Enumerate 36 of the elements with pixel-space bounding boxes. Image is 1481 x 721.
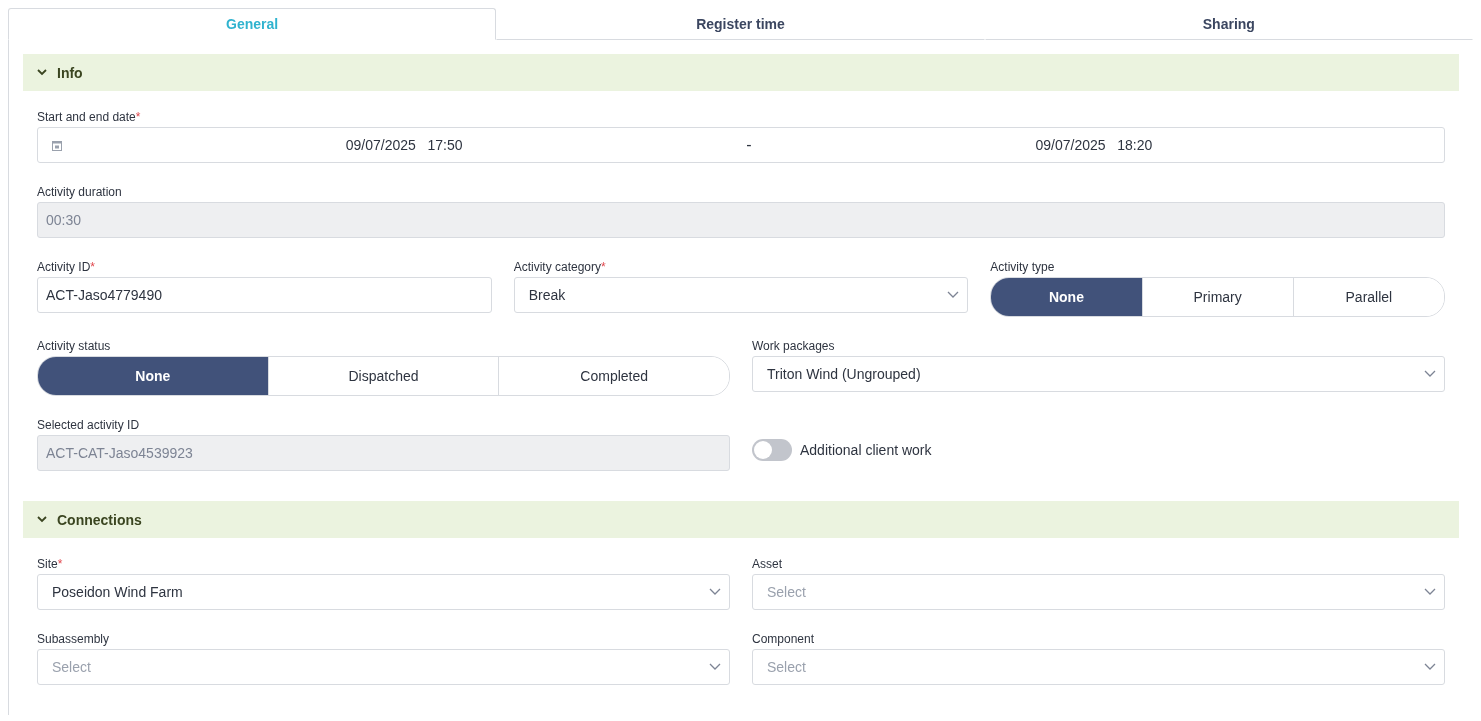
select-field[interactable]: Triton Wind (Ungrouped): [752, 356, 1445, 392]
text-field[interactable]: ACT-Jaso4779490: [37, 277, 492, 313]
date-range-field[interactable]: 09/07/2025 17:50 - 09/07/2025 18:20: [37, 127, 1445, 163]
toggle-label: Additional client work: [800, 442, 932, 458]
field-label: Activity type: [990, 260, 1055, 274]
chevron-down-icon: [1424, 663, 1436, 671]
chevron-down-icon: [1424, 588, 1436, 596]
chevron-down-icon: [709, 588, 721, 596]
field-label: Selected activity ID: [37, 418, 140, 432]
section-header[interactable]: Connections: [23, 501, 1459, 538]
toggle-switch[interactable]: [752, 439, 792, 461]
field-label: Component: [752, 632, 815, 646]
segment-button[interactable]: None: [991, 278, 1142, 316]
field-label: Work packages: [752, 339, 835, 353]
calendar-icon: [52, 139, 62, 151]
readonly-display: 00:30: [37, 202, 1445, 238]
chevron-icon: [37, 69, 47, 76]
field-label: Asset: [752, 557, 782, 571]
select-field[interactable]: Poseidon Wind Farm: [37, 574, 730, 610]
chevron-down-icon: [947, 291, 960, 299]
field-label: Site*: [37, 557, 63, 571]
field-label: Activity duration: [37, 185, 122, 199]
chevron-down-icon: [1424, 370, 1436, 378]
readonly-display: ACT-CAT-Jaso4539923: [37, 435, 730, 471]
field-label: Activity category*: [513, 260, 606, 274]
field-label: Activity status: [37, 339, 111, 353]
chevron-icon: [37, 516, 47, 523]
select-field[interactable]: Break: [513, 277, 969, 313]
chevron-down-icon: [709, 663, 721, 671]
field-label: Start and end date*: [37, 110, 141, 124]
segment-button[interactable]: Parallel: [1292, 278, 1444, 316]
segment-button[interactable]: None: [38, 357, 268, 395]
field-label: Subassembly: [37, 632, 110, 646]
section-header[interactable]: Info: [23, 54, 1459, 91]
segment-button[interactable]: Completed: [498, 357, 729, 395]
field-label: Activity ID*: [37, 260, 95, 274]
